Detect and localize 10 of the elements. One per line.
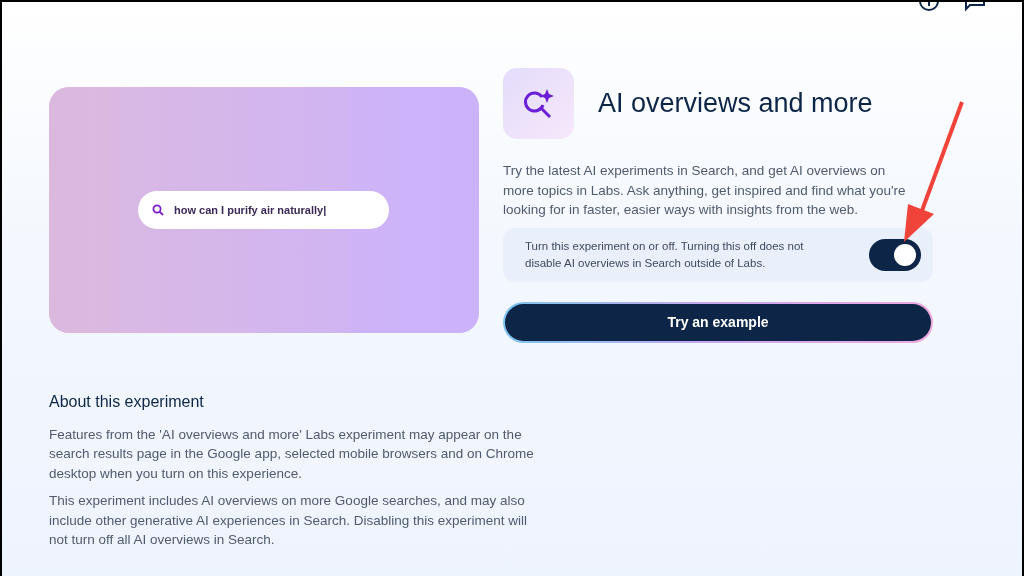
about-paragraph: Features from the 'AI overviews and more' Labs experiment may appear on the search results page in the Google app, selected mobile browsers and on Chrome desktop when you turn on this experience. xyxy=(49,425,535,483)
experiment-description: Try the latest AI experiments in Search, and get AI overviews on more topics in Labs. Ask anything, get inspired and find what you're looking for in faster, easier ways with insights from the web. xyxy=(503,162,907,219)
about-heading: About this experiment xyxy=(49,392,205,411)
experiment-title: AI overviews and more xyxy=(598,88,873,119)
toggle-label: Turn this experiment on or off. Turning this off does not disable AI overviews in Search outside of Labs. xyxy=(525,238,805,271)
search-icon xyxy=(152,204,164,216)
about-paragraph: This experiment includes AI overviews on more Google searches, and may also include other generative AI experiences in Search. Disabling this experiment will not turn off all AI overviews in Search. xyxy=(49,492,528,549)
ai-search-icon xyxy=(503,68,574,139)
try-example-button[interactable]: Try an example xyxy=(503,301,933,343)
experiment-toggle[interactable] xyxy=(869,238,921,271)
